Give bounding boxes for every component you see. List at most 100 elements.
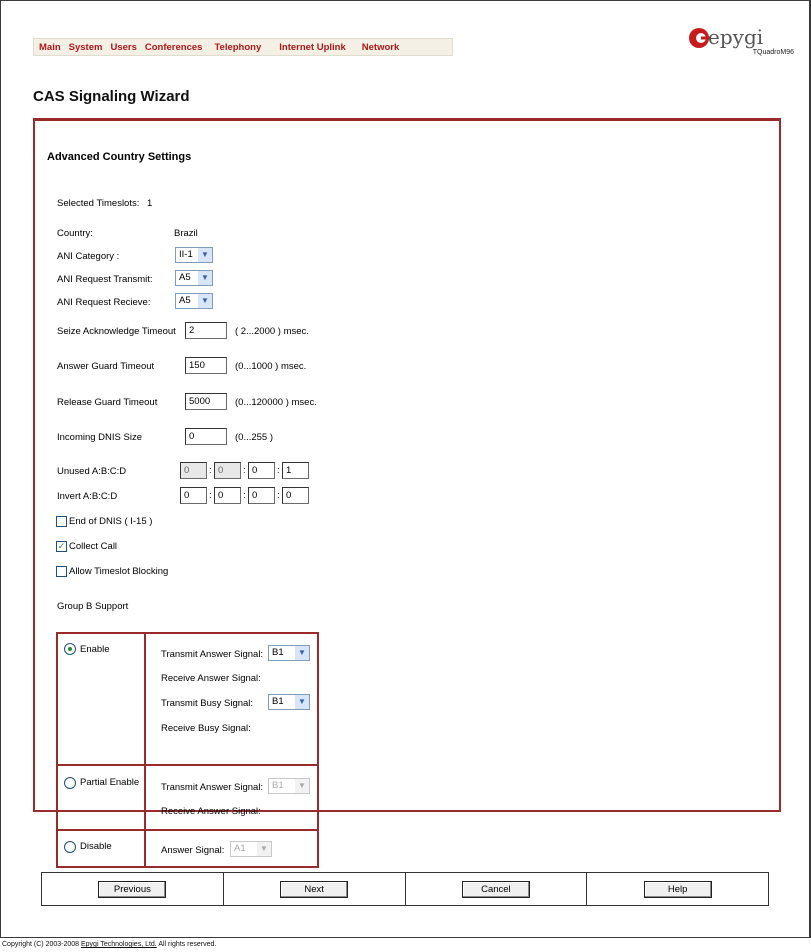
colon-separator: : [243,490,246,501]
menu-item-internet-uplink[interactable]: Internet Uplink [261,42,346,53]
ani-request-receive-value: A5 [179,295,191,306]
copyright-prefix: Copyright (C) 2003-2008 [2,941,80,948]
table-divider [58,829,317,831]
ani-request-transmit-value: A5 [179,272,191,283]
collect-call-checkbox[interactable]: ✓ [56,541,67,552]
group-b-support-label: Group B Support [57,601,129,612]
button-cell: Next [222,873,405,905]
allow-timeslot-blocking-label: Allow Timeslot Blocking [69,566,169,577]
invert-abcd-label: Invert A:B:C:D [57,491,118,502]
colon-separator: : [209,465,212,476]
logo-mark-icon [689,28,710,48]
disable-radio[interactable] [64,841,76,853]
chevron-down-icon: ▼ [257,842,271,856]
disable-label: Disable [80,841,112,852]
chevron-down-icon: ▼ [295,646,309,660]
button-cell: Help [586,873,768,905]
invert-b-input[interactable]: 0 [214,487,241,504]
allow-timeslot-blocking-checkbox[interactable] [56,566,67,577]
partial-receive-answer-label: Receive Answer Signal: [161,806,261,817]
disable-answer-signal-value: A1 [234,843,246,854]
menu-item-conferences[interactable]: Conferences [137,42,203,53]
incoming-dnis-size-input[interactable]: 0 [185,428,227,445]
unused-d-input[interactable]: 1 [282,462,309,479]
seize-ack-timeout-label: Seize Acknowledge Timeout [57,326,176,337]
transmit-answer-signal-select[interactable]: B1 ▼ [268,645,310,661]
incoming-dnis-size-range: (0...255 ) [235,432,274,443]
colon-separator: : [243,465,246,476]
transmit-busy-signal-label: Transmit Busy Signal: [161,698,254,709]
incoming-dnis-size-label: Incoming DNIS Size [57,432,143,443]
epygi-link[interactable]: Epygi Technologies, Ltd. [81,941,157,948]
enable-radio[interactable] [64,643,76,655]
ani-request-transmit-label: ANI Request Transmit: [57,274,153,285]
colon-separator: : [277,490,280,501]
help-button[interactable]: Help [643,881,712,898]
page-title: CAS Signaling Wizard [33,88,190,105]
ani-category-select[interactable]: II-1 ▼ [175,247,213,263]
cancel-button[interactable]: Cancel [461,881,530,898]
end-of-dnis-checkbox[interactable] [56,516,67,527]
chevron-down-icon: ▼ [198,248,212,262]
unused-abcd-label: Unused A:B:C:D [57,466,127,477]
seize-ack-timeout-input[interactable]: 2 [185,322,227,339]
copyright-suffix: All rights reserved. [158,941,217,948]
main-menu-bar: Main System Users Conferences Telephony … [33,38,453,56]
partial-transmit-answer-value: B1 [272,780,284,791]
menu-item-users[interactable]: Users [102,42,136,53]
answer-guard-timeout-range: (0...1000 ) msec. [235,361,307,372]
invert-a-input[interactable]: 0 [180,487,207,504]
previous-button[interactable]: Previous [98,881,167,898]
ani-request-receive-label: ANI Request Recieve: [57,297,151,308]
unused-a-input: 0 [180,462,207,479]
transmit-answer-signal-label: Transmit Answer Signal: [161,649,264,660]
transmit-busy-signal-value: B1 [272,696,284,707]
answer-guard-timeout-input[interactable]: 150 [185,357,227,374]
partial-enable-radio[interactable] [64,777,76,789]
logo-word: epygi [708,25,764,49]
partial-transmit-answer-select: B1 ▼ [268,778,310,794]
unused-b-input: 0 [214,462,241,479]
release-guard-timeout-input[interactable]: 5000 [185,393,227,410]
ani-request-receive-select[interactable]: A5 ▼ [175,293,213,309]
epygi-logo: epygi TQuadroM96 [688,24,798,60]
colon-separator: : [277,465,280,476]
chevron-down-icon: ▼ [198,271,212,285]
unused-c-input[interactable]: 0 [248,462,275,479]
end-of-dnis-label: End of DNIS ( I-15 ) [69,516,153,527]
receive-answer-signal-label: Receive Answer Signal: [161,673,261,684]
button-cell: Cancel [404,873,587,905]
copyright-footer: Copyright (C) 2003-2008 Epygi Technologi… [2,941,216,948]
table-divider [144,634,146,866]
group-b-support-table: Enable Transmit Answer Signal: B1 ▼ Rece… [56,632,319,868]
partial-enable-label: Partial Enable [80,777,140,788]
menu-item-network[interactable]: Network [346,42,399,53]
disable-answer-signal-label: Answer Signal: [161,845,225,856]
chevron-down-icon: ▼ [295,779,309,793]
menu-item-main[interactable]: Main [34,42,61,53]
selected-timeslots-label: Selected Timeslots: [57,198,140,209]
chevron-down-icon: ▼ [295,695,309,709]
section-title: Advanced Country Settings [47,151,192,163]
invert-d-input[interactable]: 0 [282,487,309,504]
menu-item-telephony[interactable]: Telephony [202,42,261,53]
invert-c-input[interactable]: 0 [248,487,275,504]
check-icon: ✓ [57,541,66,551]
disable-answer-signal-select: A1 ▼ [230,841,272,857]
device-model: TQuadroM96 [752,49,794,56]
next-button[interactable]: Next [280,881,349,898]
table-divider [58,764,317,766]
country-value: Brazil [174,228,198,239]
answer-guard-timeout-label: Answer Guard Timeout [57,361,155,372]
release-guard-timeout-range: (0...120000 ) msec. [235,397,317,408]
partial-transmit-answer-label: Transmit Answer Signal: [161,782,264,793]
ani-category-value: II-1 [179,249,193,260]
colon-separator: : [209,490,212,501]
ani-category-label: ANI Category : [57,251,120,262]
seize-ack-timeout-range: ( 2...2000 ) msec. [235,326,309,337]
receive-busy-signal-label: Receive Busy Signal: [161,723,251,734]
release-guard-timeout-label: Release Guard Timeout [57,397,158,408]
menu-item-system[interactable]: System [61,42,103,53]
transmit-busy-signal-select[interactable]: B1 ▼ [268,694,310,710]
ani-request-transmit-select[interactable]: A5 ▼ [175,270,213,286]
